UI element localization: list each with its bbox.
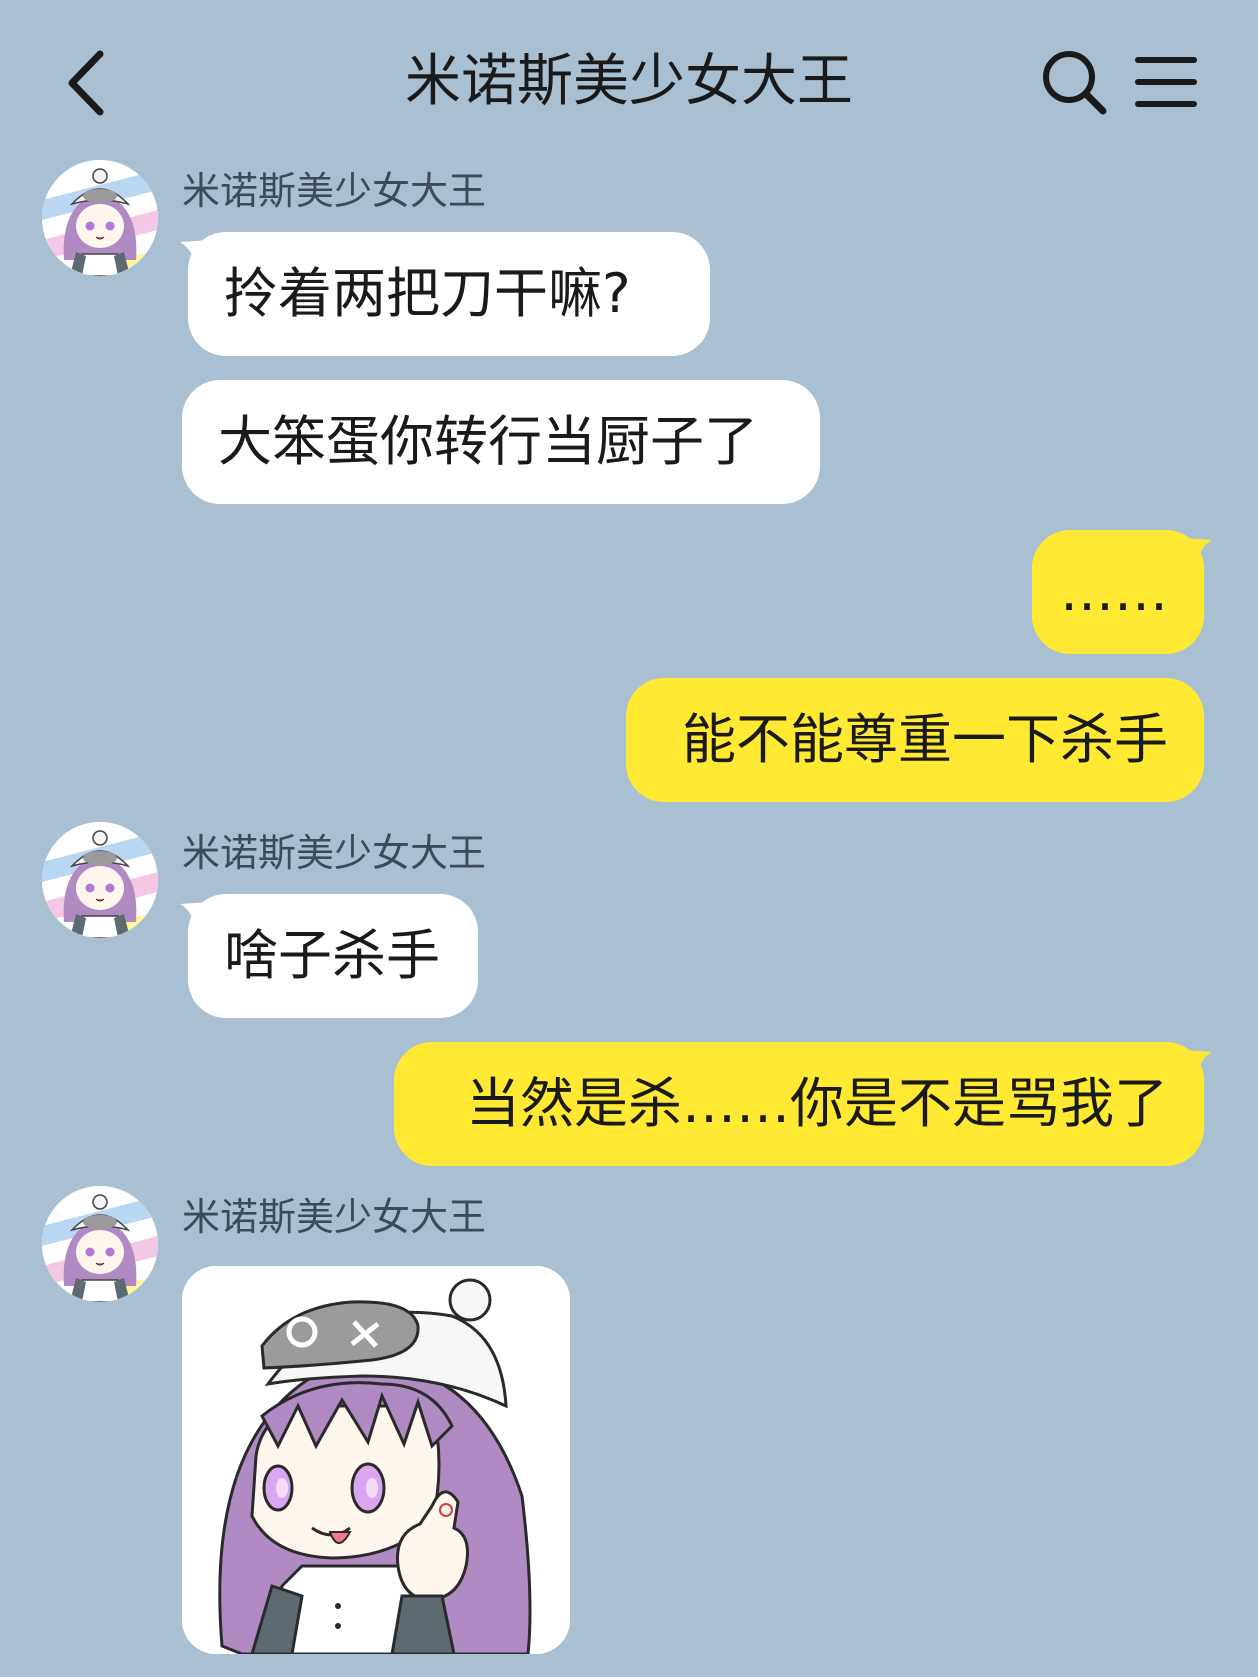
sender-avatar[interactable]: [42, 822, 158, 938]
message-text: 拎着两把刀干嘛?: [224, 262, 631, 325]
sender-name: 米诺斯美少女大王: [182, 169, 487, 213]
outgoing-message-bubble[interactable]: 能不能尊重一下杀手: [626, 678, 1204, 802]
message-text: 能不能尊重一下杀手: [682, 708, 1168, 771]
search-icon: [1043, 51, 1107, 115]
message-text: 当然是杀……你是不是骂我了: [466, 1072, 1168, 1135]
sender-avatar[interactable]: [42, 1186, 158, 1302]
sender-avatar[interactable]: [42, 160, 158, 276]
outgoing-message-bubble[interactable]: ……: [1032, 530, 1212, 654]
outgoing-message-bubble[interactable]: 当然是杀……你是不是骂我了: [394, 1042, 1212, 1166]
message-text: 大笨蛋你转行当厨子了: [218, 410, 758, 473]
menu-button[interactable]: [1134, 52, 1198, 112]
anime-girl-avatar-icon: [42, 1186, 158, 1302]
incoming-message-bubble[interactable]: 拎着两把刀干嘛?: [180, 232, 710, 356]
message-text: 啥子杀手: [224, 924, 440, 987]
bubble-tail: [1182, 538, 1212, 568]
sender-name: 米诺斯美少女大王: [182, 1195, 487, 1239]
top-bar: 米诺斯美少女大王: [0, 0, 1258, 160]
bubble-tail: [180, 240, 210, 270]
bubble-tail: [180, 902, 210, 932]
sender-name: 米诺斯美少女大王: [182, 831, 487, 875]
anime-girl-avatar-icon: [42, 822, 158, 938]
message-text: ……: [1060, 560, 1168, 623]
incoming-message-bubble[interactable]: 啥子杀手: [180, 894, 478, 1018]
search-button[interactable]: [1040, 48, 1108, 116]
incoming-message-bubble[interactable]: 大笨蛋你转行当厨子了: [182, 380, 820, 504]
hamburger-menu-icon: [1135, 57, 1197, 107]
bubble-tail: [1182, 1050, 1212, 1080]
thumbs-up-girl-sticker-icon: [182, 1266, 570, 1654]
sticker-message[interactable]: [182, 1266, 570, 1654]
anime-girl-avatar-icon: [42, 160, 158, 276]
